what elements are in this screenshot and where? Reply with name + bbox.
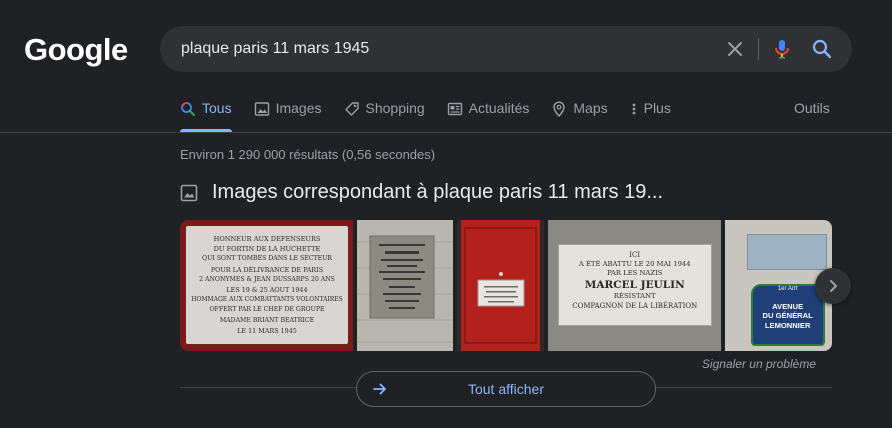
result-stats: Environ 1 290 000 résultats (0,56 second… (180, 147, 436, 162)
plaque-line: LES 19 & 25 AOUT 1944 (226, 286, 308, 295)
image-result-plaque-jeulin[interactable]: ICI A ÉTÉ ABATTU LE 20 MAI 1944 PAR LES … (547, 220, 721, 351)
search-icon[interactable] (810, 37, 834, 61)
plaque-line: QUI SONT TOMBÉS DANS LE SECTEUR (202, 255, 332, 263)
red-door-photo (457, 220, 544, 351)
plaque-line: LE 11 MARS 1945 (237, 326, 297, 335)
tag-icon (344, 102, 359, 116)
plaque-text-block: HONNEUR AUX DEFENSEURS DU FORTIN DE LA H… (186, 234, 348, 336)
plaque-line: HOMMAGE AUX COMBATTANTS VOLONTAIRES (191, 296, 343, 304)
tools-button[interactable]: Outils (794, 100, 830, 116)
search-box[interactable] (160, 26, 852, 72)
stone-wall-photo (356, 220, 454, 351)
images-heading[interactable]: Images correspondant à plaque paris 11 m… (180, 181, 663, 204)
search-results-page: Google Tous Images Sh (0, 0, 892, 428)
street-name-block: AVENUE DU GÉNÉRAL LEMONNIER (751, 302, 825, 330)
clear-icon[interactable] (723, 37, 747, 61)
search-tabs: Tous Images Shopping Actualités Maps Plu… (180, 100, 693, 132)
chevron-right-icon (830, 280, 837, 292)
map-pin-icon (553, 101, 566, 117)
plaque-line: RÉSISTANT (613, 292, 656, 300)
more-vert-icon (632, 103, 636, 115)
show-all-button[interactable]: Tout afficher (356, 371, 656, 407)
tab-maps[interactable]: Maps (551, 100, 608, 132)
plaque-line: MADAME BRIANT BEATRICE (219, 316, 315, 324)
search-divider (758, 38, 759, 60)
plaque-line: DU FORTIN DE LA HUCHETTE (213, 245, 321, 254)
tab-all[interactable]: Tous (180, 100, 232, 132)
plaque-line: ICI (629, 251, 641, 259)
tab-label: Plus (643, 100, 671, 116)
tab-shopping[interactable]: Shopping (344, 100, 425, 132)
plaque-line: PAR LES NAZIS (607, 269, 663, 277)
image-result-plaque-huchette[interactable]: HONNEUR AUX DEFENSEURS DU FORTIN DE LA H… (180, 220, 353, 351)
district-label: 1er Arrt (777, 286, 798, 292)
carousel-next-button[interactable] (815, 268, 851, 304)
plaque-line: A ÉTÉ ABATTU LE 20 MAI 1944 (578, 260, 691, 268)
tab-label: Actualités (468, 100, 530, 116)
plaque-line: COMPAGNON DE LA LIBÉRATION (572, 302, 698, 310)
report-problem-link[interactable]: Signaler un problème (702, 357, 816, 371)
show-all-label: Tout afficher (467, 381, 544, 397)
tab-news[interactable]: Actualités (447, 100, 530, 132)
blue-plaque (746, 234, 827, 270)
search-icon (181, 102, 195, 116)
tab-label: Maps (573, 100, 608, 116)
search-input[interactable] (181, 26, 721, 72)
tab-more[interactable]: Plus (630, 100, 671, 132)
plaque-line: POUR LA DÉLIVRANCE DE PARIS (210, 265, 324, 274)
plaque-line: MARCEL JEULIN (584, 279, 685, 291)
street-name-line: DU GÉNÉRAL (762, 311, 813, 321)
tab-images[interactable]: Images (254, 100, 322, 132)
images-section-title: Images correspondant à plaque paris 11 m… (212, 181, 663, 203)
tab-label: Shopping (365, 100, 425, 116)
tab-label: Images (275, 100, 322, 116)
image-icon (254, 102, 269, 116)
microphone-icon[interactable] (770, 37, 794, 61)
tab-label: Tous (202, 100, 232, 116)
image-result-plaque-zarapoff[interactable] (356, 220, 454, 351)
street-name-line: AVENUE (772, 302, 804, 311)
plaque-text-block: ICI A ÉTÉ ABATTU LE 20 MAI 1944 PAR LES … (558, 251, 712, 311)
plaque-line: 2 ANONYMES & JEAN DUSSARPS 20 ANS (199, 275, 335, 283)
google-logo[interactable]: Google (24, 32, 128, 68)
plaque-line: HONNEUR AUX DEFENSEURS (213, 235, 321, 243)
plaque-line: OFFERT PAR LE CHEF DE GROUPE (209, 306, 325, 314)
image-result-plaque-red-door[interactable] (457, 220, 544, 351)
tabs-divider (0, 132, 892, 133)
street-name-line: LEMONNIER (764, 320, 811, 330)
image-strip: HONNEUR AUX DEFENSEURS DU FORTIN DE LA H… (180, 220, 832, 351)
image-icon (180, 184, 198, 201)
news-icon (447, 102, 462, 116)
